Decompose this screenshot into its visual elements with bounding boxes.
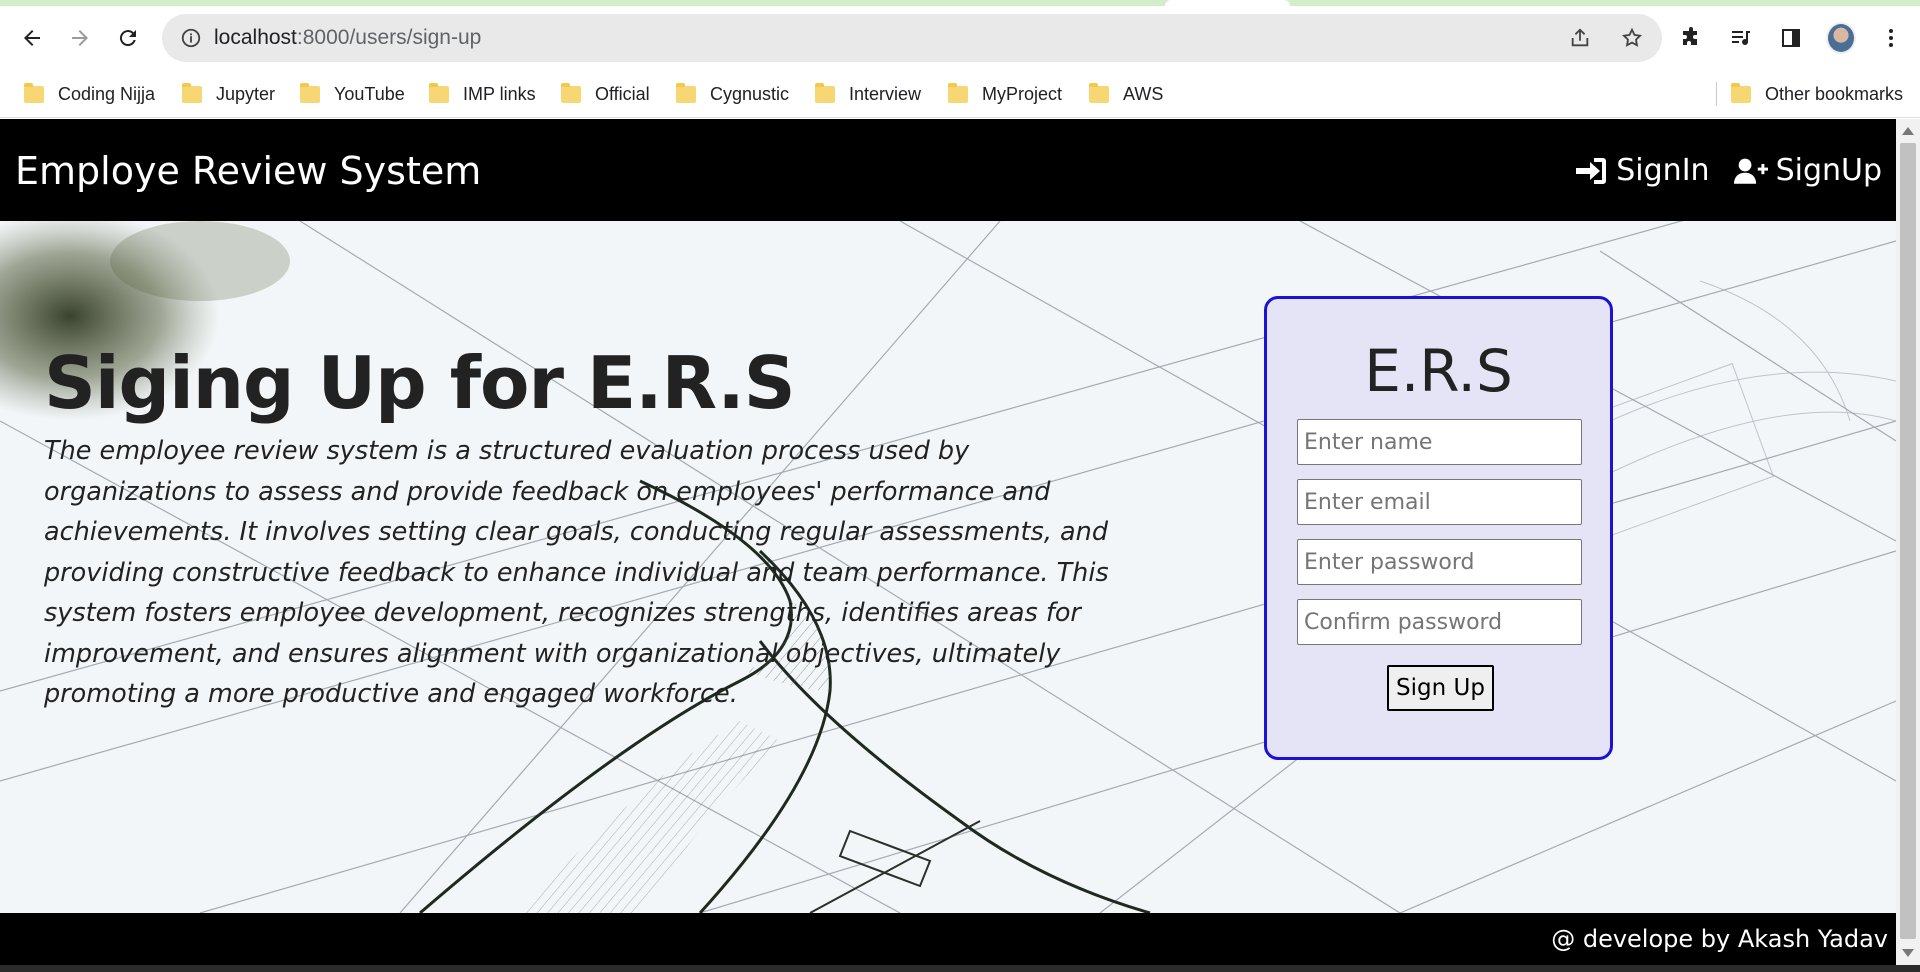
reload-button[interactable] <box>110 20 146 56</box>
star-icon[interactable] <box>1620 26 1644 50</box>
bookmark-folder[interactable]: Interview <box>815 80 921 108</box>
avatar <box>1826 22 1856 54</box>
url-text[interactable]: localhost:8000/users/sign-up <box>214 26 481 50</box>
share-icon[interactable] <box>1568 26 1592 50</box>
folder-icon <box>182 82 202 103</box>
other-bookmarks[interactable]: Other bookmarks <box>1731 80 1903 108</box>
forward-button[interactable] <box>62 20 98 56</box>
bookmark-folder[interactable]: AWS <box>1089 80 1163 108</box>
email-field[interactable] <box>1297 479 1582 525</box>
bookmark-folder[interactable]: IMP links <box>429 80 536 108</box>
folder-icon <box>1731 82 1751 103</box>
signin-link[interactable]: SignIn <box>1574 153 1710 188</box>
bookmark-label: Coding Nijja <box>58 83 156 104</box>
signup-link[interactable]: SignUp <box>1733 153 1882 188</box>
address-bar[interactable]: localhost:8000/users/sign-up <box>162 14 1662 62</box>
back-button[interactable] <box>14 20 50 56</box>
scroll-up-arrow[interactable] <box>1902 127 1914 135</box>
scroll-down-arrow[interactable] <box>1902 949 1914 957</box>
bookmark-folder[interactable]: Jupyter <box>182 80 275 108</box>
signup-label: SignUp <box>1775 153 1882 188</box>
bookmark-divider <box>1716 82 1717 106</box>
reload-icon <box>119 30 136 47</box>
sign-in-icon <box>1576 157 1607 184</box>
bookmark-folder[interactable]: YouTube <box>300 80 405 108</box>
folder-icon <box>1089 82 1109 103</box>
name-field[interactable] <box>1297 419 1582 465</box>
footer-credit: @ develope by Akash Yadav <box>1551 925 1888 953</box>
url-path: :8000/users/sign-up <box>296 26 482 49</box>
signin-label: SignIn <box>1616 153 1710 188</box>
url-host: localhost <box>214 26 297 49</box>
os-taskbar-edge <box>0 965 1920 972</box>
menu-dots-icon[interactable] <box>1876 20 1906 56</box>
bookmark-folder[interactable]: Cygnustic <box>676 80 789 108</box>
folder-icon <box>815 82 835 103</box>
folder-icon <box>24 82 44 103</box>
bookmark-folder[interactable]: Coding Nijja <box>24 80 155 108</box>
browser-toolbar: localhost:8000/users/sign-up <box>0 6 1920 70</box>
confirm-password-field[interactable] <box>1297 599 1582 645</box>
puzzle-icon[interactable] <box>1676 20 1706 56</box>
site-footer: @ develope by Akash Yadav <box>0 913 1896 965</box>
other-bookmarks-label: Other bookmarks <box>1765 83 1904 104</box>
folder-icon <box>676 82 696 103</box>
form-title: E.R.S <box>1364 337 1513 405</box>
scrollbar-thumb[interactable] <box>1900 143 1916 939</box>
folder-icon <box>948 82 968 103</box>
bookmark-label: MyProject <box>982 83 1063 104</box>
site-brand[interactable]: Employe Review System <box>15 149 481 193</box>
folder-icon <box>429 82 449 103</box>
site-navbar: Employe Review System SignIn SignUp <box>0 119 1896 221</box>
side-panel-icon[interactable] <box>1776 20 1806 56</box>
bookmark-label: AWS <box>1123 83 1164 104</box>
bookmark-label: Jupyter <box>216 83 276 104</box>
folder-icon <box>561 82 581 103</box>
folder-icon <box>300 82 320 103</box>
bookmark-folder[interactable]: Official <box>561 80 650 108</box>
bookmark-label: YouTube <box>334 83 405 104</box>
arrow-right-icon <box>72 30 88 46</box>
page-scrollbar[interactable] <box>1896 119 1920 965</box>
sign-up-button[interactable]: Sign Up <box>1387 665 1494 711</box>
bookmark-label: IMP links <box>463 83 536 104</box>
hero-section: Siging Up for E.R.S The employee review … <box>0 221 1896 913</box>
hero-description: The employee review system is a structur… <box>44 436 1109 709</box>
hero-title: Siging Up for E.R.S <box>44 341 796 425</box>
arrow-left-icon <box>24 30 40 46</box>
bookmark-label: Cygnustic <box>710 83 790 104</box>
info-icon[interactable] <box>180 27 202 49</box>
media-queue-icon[interactable] <box>1726 20 1756 56</box>
profile-avatar[interactable] <box>1826 20 1856 56</box>
user-plus-icon <box>1733 158 1768 184</box>
bookmark-folder[interactable]: MyProject <box>948 80 1062 108</box>
bookmark-label: Official <box>595 83 650 104</box>
page-viewport: Employe Review System SignIn SignUp Sigi… <box>0 119 1896 965</box>
bookmarks-bar: Coding Nijja Jupyter YouTube IMP links O… <box>0 70 1920 118</box>
bookmark-label: Interview <box>849 83 922 104</box>
password-field[interactable] <box>1297 539 1582 585</box>
signup-form-card: E.R.S Sign Up <box>1264 296 1613 760</box>
